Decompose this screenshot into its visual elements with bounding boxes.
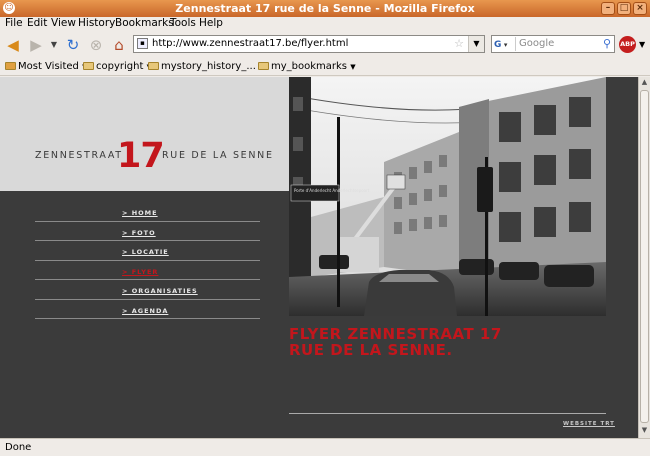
menu-bar: File Edit View History Bookmarks Tools H… [0,17,650,34]
nav-link[interactable]: > ORGANISATIES [122,287,198,295]
nav-link[interactable]: > FLYER [122,268,158,276]
status-bar: Done [0,438,650,456]
nav-link[interactable]: > HOME [122,209,158,217]
site-header: ZENNESTRAAT 17 RUE DE LA SENNE [0,77,289,191]
window-title: Zennestraat 17 rue de la Senne - Mozilla… [175,2,475,15]
bookmark-label: mystory_history_... [161,61,256,72]
stop-icon[interactable]: ⊗ [87,36,105,54]
bookmarks-toolbar: Most Visited ▼ copyright ▼ mystory_histo… [0,58,650,76]
search-engine-icon[interactable]: G ▾ [494,37,516,51]
menu-bookmarks[interactable]: Bookmarks [115,17,174,29]
close-button[interactable]: × [633,2,647,15]
bookmark-copyright[interactable]: copyright ▼ [83,61,152,72]
logo-number: 17 [117,136,165,176]
reload-icon[interactable]: ↻ [64,36,82,54]
divider [289,413,606,414]
page-content: ZENNESTRAAT 17 RUE DE LA SENNE > HOME > … [0,77,638,438]
browser-window: ☺ Zennestraat 17 rue de la Senne - Mozil… [0,0,650,456]
nav-link[interactable]: > LOCATIE [122,248,169,256]
bookmark-label: my_bookmarks [271,61,348,72]
back-arrow-icon[interactable]: ◀ [4,36,22,54]
title-bar: ☺ Zennestraat 17 rue de la Senne - Mozil… [0,0,650,17]
url-text[interactable]: http://www.zennestraat17.be/flyer.html [152,36,348,52]
nav-item-foto[interactable]: > FOTO [35,222,260,241]
logo-right-text: RUE DE LA SENNE [162,150,274,161]
vertical-scrollbar[interactable]: ▲ ▼ [638,77,650,438]
bookmark-my-bookmarks[interactable]: my_bookmarks ▼ [258,61,356,72]
url-bar[interactable]: ▪ http://www.zennestraat17.be/flyer.html… [133,35,485,53]
bookmark-label: copyright [96,61,144,72]
maximize-button[interactable]: □ [617,2,631,15]
nav-item-agenda[interactable]: > AGENDA [35,300,260,319]
street-photo: Porte d'Anderlecht Anderlechtsepoort [289,77,606,316]
bookmark-mystory-history[interactable]: mystory_history_... ▼ [148,61,264,72]
search-box[interactable]: G ▾ Google ⚲ [491,35,615,53]
nav-item-flyer[interactable]: > FLYER [35,261,260,280]
scrollbar-thumb[interactable] [640,90,649,423]
menu-tools[interactable]: Tools [170,17,196,29]
bookmark-label: Most Visited [18,61,79,72]
folder-icon [258,62,269,70]
page-heading: FLYER ZENNESTRAAT 17 RUE DE LA SENNE. [289,326,609,358]
status-text: Done [5,442,32,453]
nav-item-organisaties[interactable]: > ORGANISATIES [35,280,260,300]
site-nav: > HOME > FOTO > LOCATIE > FLYER > ORGANI… [35,202,260,319]
menu-history[interactable]: History [78,17,115,29]
bookmark-most-visited[interactable]: Most Visited ▼ [5,61,87,72]
menu-view[interactable]: View [51,17,76,29]
adblock-dropdown-icon[interactable]: ▼ [639,40,645,49]
scroll-up-icon[interactable]: ▲ [639,78,650,89]
photo-street-sign-text: Porte d'Anderlecht Anderlechtsepoort [294,188,370,193]
nav-item-home[interactable]: > HOME [35,202,260,222]
minimize-button[interactable]: – [601,2,615,15]
menu-help[interactable]: Help [199,17,223,29]
search-icon[interactable]: ⚲ [603,36,611,52]
heading-line-2: RUE DE LA SENNE. [289,341,453,359]
nav-link[interactable]: > FOTO [122,229,156,237]
folder-icon [83,62,94,70]
bookmark-star-icon[interactable]: ☆ [454,36,464,52]
home-icon[interactable]: ⌂ [110,36,128,54]
adblock-icon[interactable]: ABP [619,36,636,53]
nav-item-locatie[interactable]: > LOCATIE [35,241,260,261]
folder-icon [148,62,159,70]
nav-link[interactable]: > AGENDA [122,307,168,315]
logo-left-text: ZENNESTRAAT [35,150,123,161]
history-dropdown-icon[interactable]: ▼ [45,36,63,54]
scroll-down-icon[interactable]: ▼ [639,426,650,437]
forward-arrow-icon[interactable]: ▶ [27,36,45,54]
url-dropdown-icon[interactable]: ▼ [468,36,484,52]
heading-line-1: FLYER ZENNESTRAAT 17 [289,325,502,343]
menu-file[interactable]: File [5,17,23,29]
website-credit-link[interactable]: WEBSITE TRT [563,421,615,427]
menu-edit[interactable]: Edit [27,17,47,29]
folder-icon [5,62,16,70]
page-favicon-icon: ▪ [137,38,148,49]
street-photo-svg: Porte d'Anderlecht Anderlechtsepoort [289,77,606,316]
search-placeholder[interactable]: Google [519,36,554,52]
